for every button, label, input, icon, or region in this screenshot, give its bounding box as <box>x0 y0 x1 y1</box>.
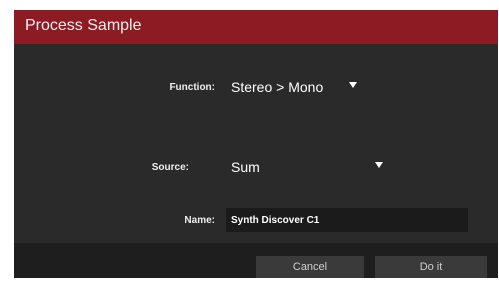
dialog-title: Process Sample <box>25 17 142 34</box>
name-label: Name: <box>184 215 215 226</box>
function-dropdown[interactable]: Stereo > Mono <box>226 76 366 98</box>
caret-down-icon <box>349 82 357 88</box>
function-label: Function: <box>169 82 215 93</box>
dialog-footer: Cancel Do it <box>14 243 498 278</box>
do-it-button[interactable]: Do it <box>375 256 487 278</box>
caret-down-icon <box>375 162 383 168</box>
source-value: Sum <box>231 159 260 175</box>
cancel-button[interactable]: Cancel <box>256 256 364 278</box>
process-sample-dialog: Process Sample Function: Stereo > Mono S… <box>14 10 498 278</box>
function-value: Stereo > Mono <box>231 79 324 95</box>
name-field[interactable] <box>226 208 468 232</box>
title-bar: Process Sample <box>14 10 498 44</box>
source-dropdown[interactable]: Sum <box>226 156 388 178</box>
source-label: Source: <box>151 162 189 173</box>
